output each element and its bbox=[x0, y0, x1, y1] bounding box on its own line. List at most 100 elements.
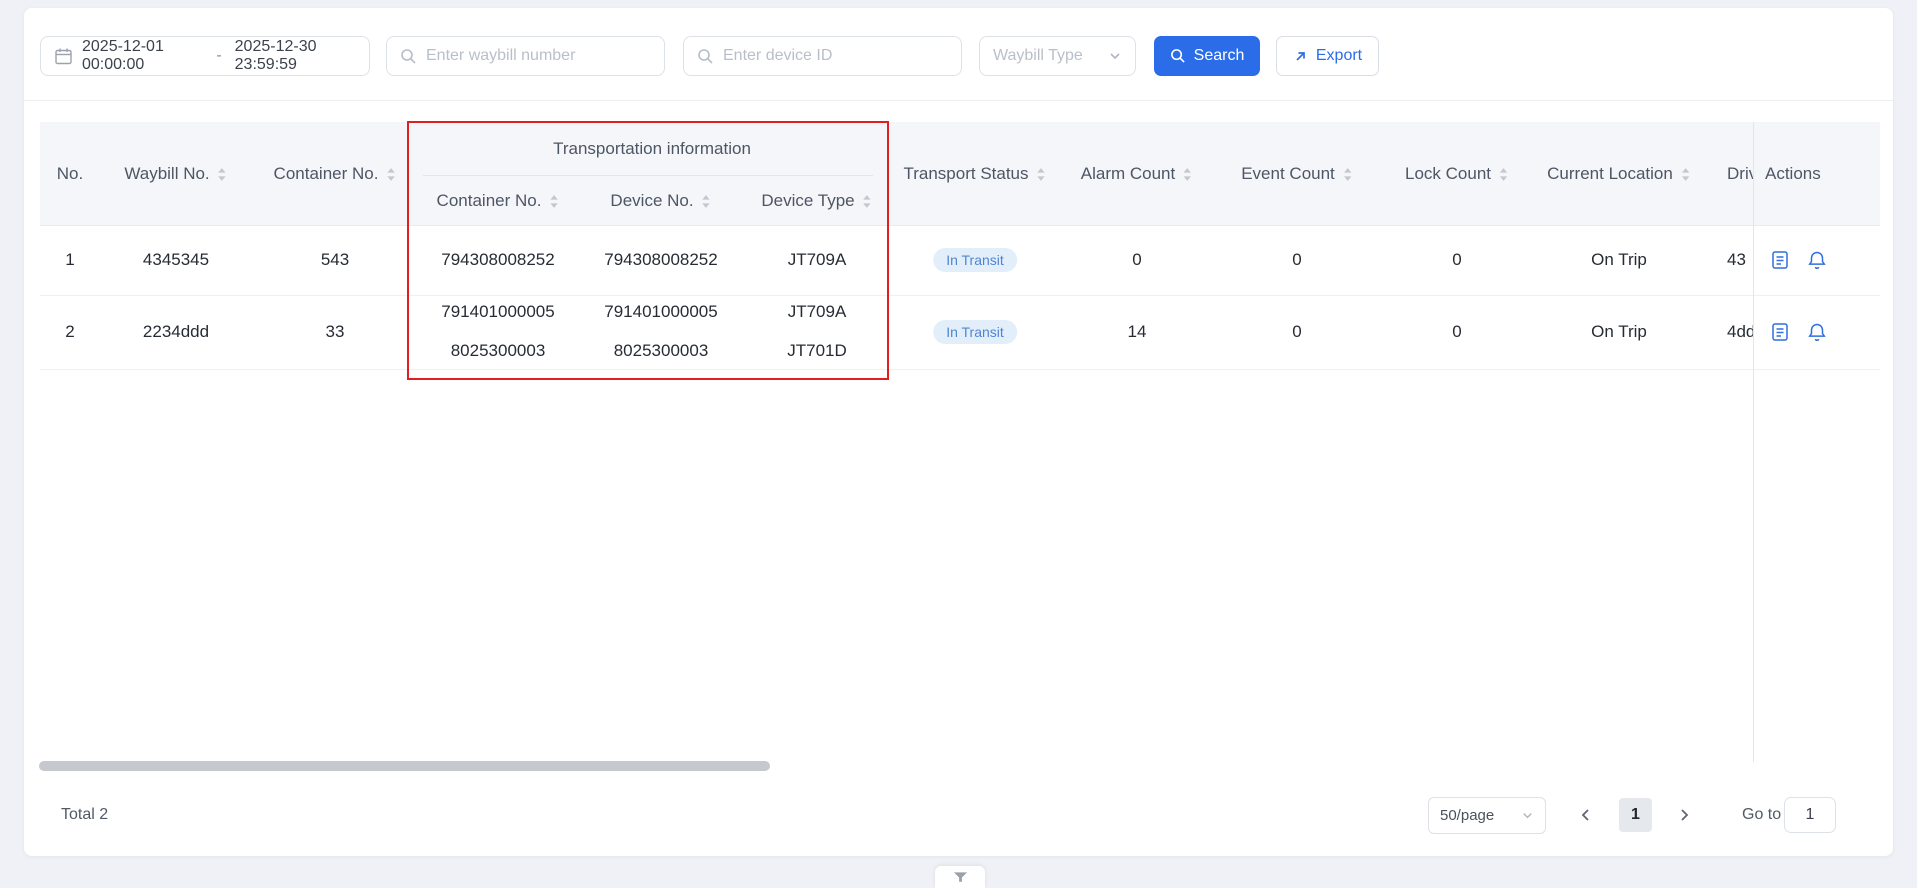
date-range-end: 2025-12-30 23:59:59 bbox=[235, 38, 356, 74]
col-header-sub-container-no[interactable]: Container No. bbox=[437, 191, 560, 211]
col-header-sub-device-no[interactable]: Device No. bbox=[610, 191, 711, 211]
col-header-label: Actions bbox=[1765, 164, 1821, 184]
cell-no: 2 bbox=[65, 322, 74, 342]
sort-icon[interactable] bbox=[862, 193, 873, 210]
next-page-button[interactable] bbox=[1676, 807, 1692, 823]
total-count-label: Total 2 bbox=[61, 806, 108, 824]
cell-transport-device: 791401000005 bbox=[604, 302, 717, 322]
waybill-detail-button[interactable] bbox=[1770, 250, 1791, 271]
bell-icon bbox=[1807, 322, 1828, 343]
chevron-right-icon bbox=[1676, 807, 1692, 823]
sort-icon[interactable] bbox=[1036, 166, 1047, 183]
cell-alarm-count: 0 bbox=[1132, 250, 1141, 270]
document-icon bbox=[1770, 250, 1791, 271]
device-id-input[interactable] bbox=[723, 47, 948, 65]
search-icon bbox=[697, 48, 714, 65]
funnel-icon bbox=[953, 871, 968, 883]
status-badge: In Transit bbox=[933, 320, 1017, 344]
col-header-label: Lock Count bbox=[1405, 164, 1491, 184]
date-range-start: 2025-12-01 00:00:00 bbox=[82, 38, 203, 74]
alarm-notification-button[interactable] bbox=[1807, 322, 1828, 343]
table-header-border bbox=[40, 225, 1880, 226]
col-header-container-no[interactable]: Container No. bbox=[274, 164, 397, 184]
cell-event-count: 0 bbox=[1292, 250, 1301, 270]
cell-current-location: On Trip bbox=[1591, 322, 1647, 342]
search-button[interactable]: Search bbox=[1154, 36, 1260, 76]
prev-page-button[interactable] bbox=[1578, 807, 1594, 823]
col-header-label: Container No. bbox=[274, 164, 379, 184]
cell-transport-device-type: JT701D bbox=[787, 341, 847, 361]
chevron-down-icon bbox=[1108, 49, 1122, 63]
col-header-label: Event Count bbox=[1241, 164, 1335, 184]
main-panel: 2025-12-01 00:00:00 - 2025-12-30 23:59:5… bbox=[24, 8, 1893, 856]
col-header-sub-device-type[interactable]: Device Type bbox=[761, 191, 872, 211]
page-size-select[interactable]: 50/page bbox=[1428, 797, 1546, 834]
col-header-label: Device No. bbox=[610, 191, 693, 211]
alarm-notification-button[interactable] bbox=[1807, 250, 1828, 271]
sort-icon[interactable] bbox=[548, 193, 559, 210]
cell-driver: 43 bbox=[1727, 250, 1753, 270]
waybill-detail-button[interactable] bbox=[1770, 322, 1791, 343]
col-header-transport-status[interactable]: Transport Status bbox=[903, 164, 1046, 184]
device-search-field bbox=[683, 36, 962, 76]
sort-icon[interactable] bbox=[1498, 166, 1509, 183]
cell-transport-device-type: JT709A bbox=[788, 302, 847, 322]
page: 2025-12-01 00:00:00 - 2025-12-30 23:59:5… bbox=[0, 0, 1917, 888]
cell-waybill-no: 2234ddd bbox=[143, 322, 209, 342]
page-size-value: 50/page bbox=[1440, 807, 1494, 824]
col-group-label: Transportation information bbox=[553, 139, 751, 159]
row-divider bbox=[40, 369, 1880, 370]
cell-driver: 4dd bbox=[1727, 322, 1753, 342]
horizontal-scrollbar[interactable] bbox=[39, 761, 770, 771]
search-button-label: Search bbox=[1194, 47, 1245, 65]
col-header-event-count[interactable]: Event Count bbox=[1241, 164, 1353, 184]
document-icon bbox=[1770, 322, 1791, 343]
waybill-type-select[interactable]: Waybill Type bbox=[979, 36, 1136, 76]
sort-icon[interactable] bbox=[1182, 166, 1193, 183]
export-icon bbox=[1293, 49, 1308, 64]
col-header-alarm-count[interactable]: Alarm Count bbox=[1081, 164, 1193, 184]
date-range-picker[interactable]: 2025-12-01 00:00:00 - 2025-12-30 23:59:5… bbox=[40, 36, 370, 76]
status-badge: In Transit bbox=[933, 248, 1017, 272]
cell-transport-container: 8025300003 bbox=[451, 341, 546, 361]
sort-icon[interactable] bbox=[1680, 166, 1691, 183]
cell-container-no: 33 bbox=[326, 322, 345, 342]
cell-current-location: On Trip bbox=[1591, 250, 1647, 270]
cell-event-count: 0 bbox=[1292, 322, 1301, 342]
col-header-label: Container No. bbox=[437, 191, 542, 211]
export-button[interactable]: Export bbox=[1276, 36, 1379, 76]
cell-transport-device: 794308008252 bbox=[604, 250, 717, 270]
goto-page-label: Go to bbox=[1742, 806, 1781, 824]
col-header-driver: Driv bbox=[1727, 164, 1753, 184]
col-header-current-location[interactable]: Current Location bbox=[1547, 164, 1691, 184]
cell-transport-device-type: JT709A bbox=[788, 250, 847, 270]
sort-icon[interactable] bbox=[217, 166, 228, 183]
col-header-no: No. bbox=[57, 164, 83, 184]
cell-lock-count: 0 bbox=[1452, 250, 1461, 270]
bell-icon bbox=[1807, 250, 1828, 271]
sort-icon[interactable] bbox=[385, 166, 396, 183]
col-header-label: Waybill No. bbox=[124, 164, 209, 184]
export-button-label: Export bbox=[1316, 47, 1362, 65]
col-group-transportation-info: Transportation information bbox=[553, 139, 751, 159]
cell-transport-container: 794308008252 bbox=[441, 250, 554, 270]
sort-icon[interactable] bbox=[701, 193, 712, 210]
waybill-number-input[interactable] bbox=[426, 47, 651, 65]
col-header-label: Driv bbox=[1727, 164, 1753, 184]
row-divider bbox=[40, 295, 1880, 296]
cell-transport-device: 8025300003 bbox=[614, 341, 709, 361]
col-header-lock-count[interactable]: Lock Count bbox=[1405, 164, 1509, 184]
cell-transport-container: 791401000005 bbox=[441, 302, 554, 322]
cell-alarm-count: 14 bbox=[1128, 322, 1147, 342]
col-header-waybill-no[interactable]: Waybill No. bbox=[124, 164, 227, 184]
col-header-label: Transport Status bbox=[903, 164, 1028, 184]
goto-page-input[interactable] bbox=[1784, 797, 1836, 833]
col-header-label: No. bbox=[57, 164, 83, 184]
waybill-type-placeholder: Waybill Type bbox=[993, 47, 1099, 65]
sort-icon[interactable] bbox=[1342, 166, 1353, 183]
filter-drawer-toggle[interactable] bbox=[935, 866, 985, 888]
col-header-label: Alarm Count bbox=[1081, 164, 1175, 184]
page-number-1[interactable]: 1 bbox=[1619, 798, 1652, 832]
group-header-divider bbox=[423, 175, 873, 176]
cell-no: 1 bbox=[65, 250, 74, 270]
